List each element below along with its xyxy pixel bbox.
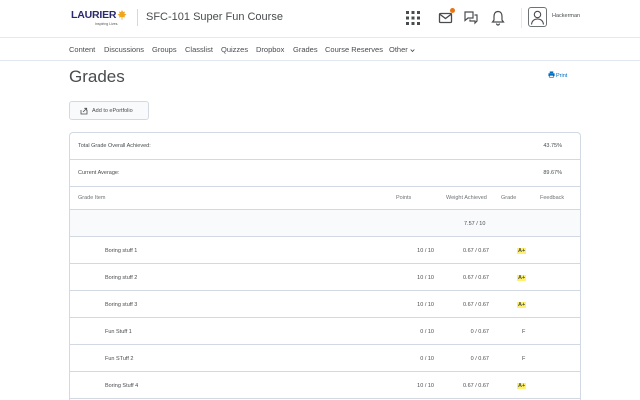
eportfolio-label: Add to ePortfolio [92, 108, 133, 114]
eportfolio-icon [80, 107, 88, 115]
grade-item-points: 0 / 10 [420, 329, 434, 335]
user-avatar-icon [530, 10, 545, 25]
table-row: Boring Stuff 4 10 / 10 0.67 / 0.67 A+ [70, 372, 580, 399]
grade-item-grade: A+ [517, 383, 527, 389]
nav-course-reserves[interactable]: Course Reserves [325, 45, 383, 54]
chat-icon[interactable] [463, 10, 479, 26]
course-title[interactable]: SFC-101 Super Fun Course [146, 11, 283, 23]
grade-item-name: Boring stuff 1 [105, 248, 138, 254]
grade-item-weight: 0.67 / 0.67 [463, 275, 489, 281]
grade-item-points: 10 / 10 [417, 248, 434, 254]
page-title: Grades [69, 67, 125, 86]
add-to-eportfolio-button[interactable]: Add to ePortfolio [69, 101, 149, 120]
logo-tagline: Inspiring Lives. [95, 22, 119, 26]
header-divider [137, 9, 138, 26]
nav-discussions[interactable]: Discussions [104, 45, 144, 54]
mail-icon[interactable] [438, 8, 455, 26]
bell-icon[interactable] [490, 10, 506, 26]
grade-item-name: Fun STuff 2 [105, 356, 134, 362]
table-header-row: Grade Item Points Weight Achieved Grade … [70, 187, 580, 210]
grade-item-weight: 0 / 0.67 [470, 356, 489, 362]
current-average-label: Current Average: [78, 170, 120, 176]
nav-other[interactable]: Other [389, 45, 415, 54]
grade-item-points: 0 / 10 [420, 356, 434, 362]
printer-icon [548, 71, 555, 78]
grade-item-grade: A+ [517, 248, 527, 254]
nav-quizzes[interactable]: Quizzes [221, 45, 248, 54]
grade-item-points: 10 / 10 [417, 383, 434, 389]
logo-text: LAURIER [71, 9, 117, 21]
grade-item-grade: A+ [517, 275, 527, 281]
grade-item-grade: F [522, 329, 526, 335]
overall-grade-label: Total Grade Overall Achieved: [78, 143, 151, 149]
overall-grade-row: Total Grade Overall Achieved: 43.75% [70, 133, 580, 160]
grade-item-grade: F [522, 356, 526, 362]
grade-item-points: 10 / 10 [417, 275, 434, 281]
user-divider [521, 8, 522, 28]
col-grade-item: Grade Item [78, 195, 106, 201]
maple-leaf-icon [117, 10, 127, 20]
grades-table: Total Grade Overall Achieved: 43.75% Cur… [69, 132, 581, 400]
col-points: Points [396, 195, 412, 201]
grade-item-weight: 0.67 / 0.67 [463, 383, 489, 389]
table-row: Fun Stuff 1 0 / 10 0 / 0.67 F [70, 318, 580, 345]
top-header: LAURIER Inspiring Lives. SFC-101 Super F… [0, 0, 640, 37]
col-grade: Grade [501, 195, 517, 201]
grade-item-name: Boring stuff 3 [105, 302, 138, 308]
nav-grades[interactable]: Grades [293, 45, 318, 54]
grade-item-name: Boring Stuff 4 [105, 383, 139, 389]
grade-item-weight: 0.67 / 0.67 [463, 248, 489, 254]
table-row: Boring stuff 3 10 / 10 0.67 / 0.67 A+ [70, 291, 580, 318]
grade-item-name: Fun Stuff 1 [105, 329, 132, 335]
current-average-row: Current Average: 89.67% [70, 160, 580, 187]
col-weight-achieved: Weight Achieved [446, 195, 487, 201]
username[interactable]: Hackerman [552, 13, 580, 19]
print-label: Print [556, 73, 568, 79]
table-row: Boring stuff 2 10 / 10 0.67 / 0.67 A+ [70, 264, 580, 291]
grade-item-grade: A+ [517, 302, 527, 308]
apps-grid-icon[interactable] [405, 10, 421, 26]
grade-item-points: 10 / 10 [417, 302, 434, 308]
category-row: 7.57 / 10 [70, 210, 580, 237]
nav-other-label: Other [389, 45, 408, 54]
print-link[interactable]: Print [548, 71, 567, 79]
nav-content[interactable]: Content [69, 45, 95, 54]
category-weight: 7.57 / 10 [464, 221, 486, 227]
grade-item-name: Boring stuff 2 [105, 275, 138, 281]
chevron-down-icon [410, 48, 415, 52]
laurier-logo[interactable]: LAURIER Inspiring Lives. [71, 9, 127, 27]
nav-groups[interactable]: Groups [152, 45, 177, 54]
grade-item-weight: 0 / 0.67 [470, 329, 489, 335]
overall-grade-value: 43.75% [543, 143, 562, 149]
mail-badge [450, 8, 455, 13]
table-row: Boring stuff 1 10 / 10 0.67 / 0.67 A+ [70, 237, 580, 264]
current-average-value: 89.67% [543, 170, 562, 176]
grade-item-weight: 0.67 / 0.67 [463, 302, 489, 308]
col-feedback: Feedback [540, 195, 565, 201]
avatar[interactable] [528, 7, 547, 27]
nav-dropbox[interactable]: Dropbox [256, 45, 284, 54]
course-navbar: Content Discussions Groups Classlist Qui… [0, 37, 640, 61]
table-row: Fun STuff 2 0 / 10 0 / 0.67 F [70, 345, 580, 372]
nav-classlist[interactable]: Classlist [185, 45, 213, 54]
